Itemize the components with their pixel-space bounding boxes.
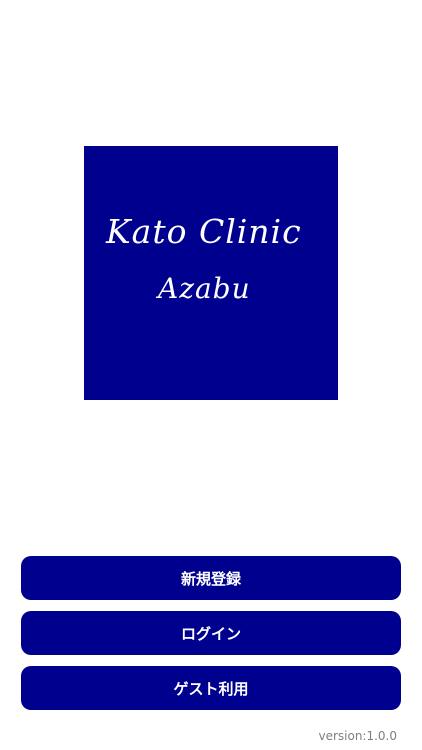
guest-use-button[interactable]: ゲスト利用 — [21, 666, 401, 710]
login-button[interactable]: ログイン — [21, 611, 401, 655]
app-version: version:1.0.0 — [318, 729, 397, 743]
logo-location: Azabu — [158, 272, 251, 305]
register-button[interactable]: 新規登録 — [21, 556, 401, 600]
clinic-logo: Kato Clinic Azabu — [84, 146, 338, 400]
logo-clinic-name: Kato Clinic — [106, 212, 302, 251]
